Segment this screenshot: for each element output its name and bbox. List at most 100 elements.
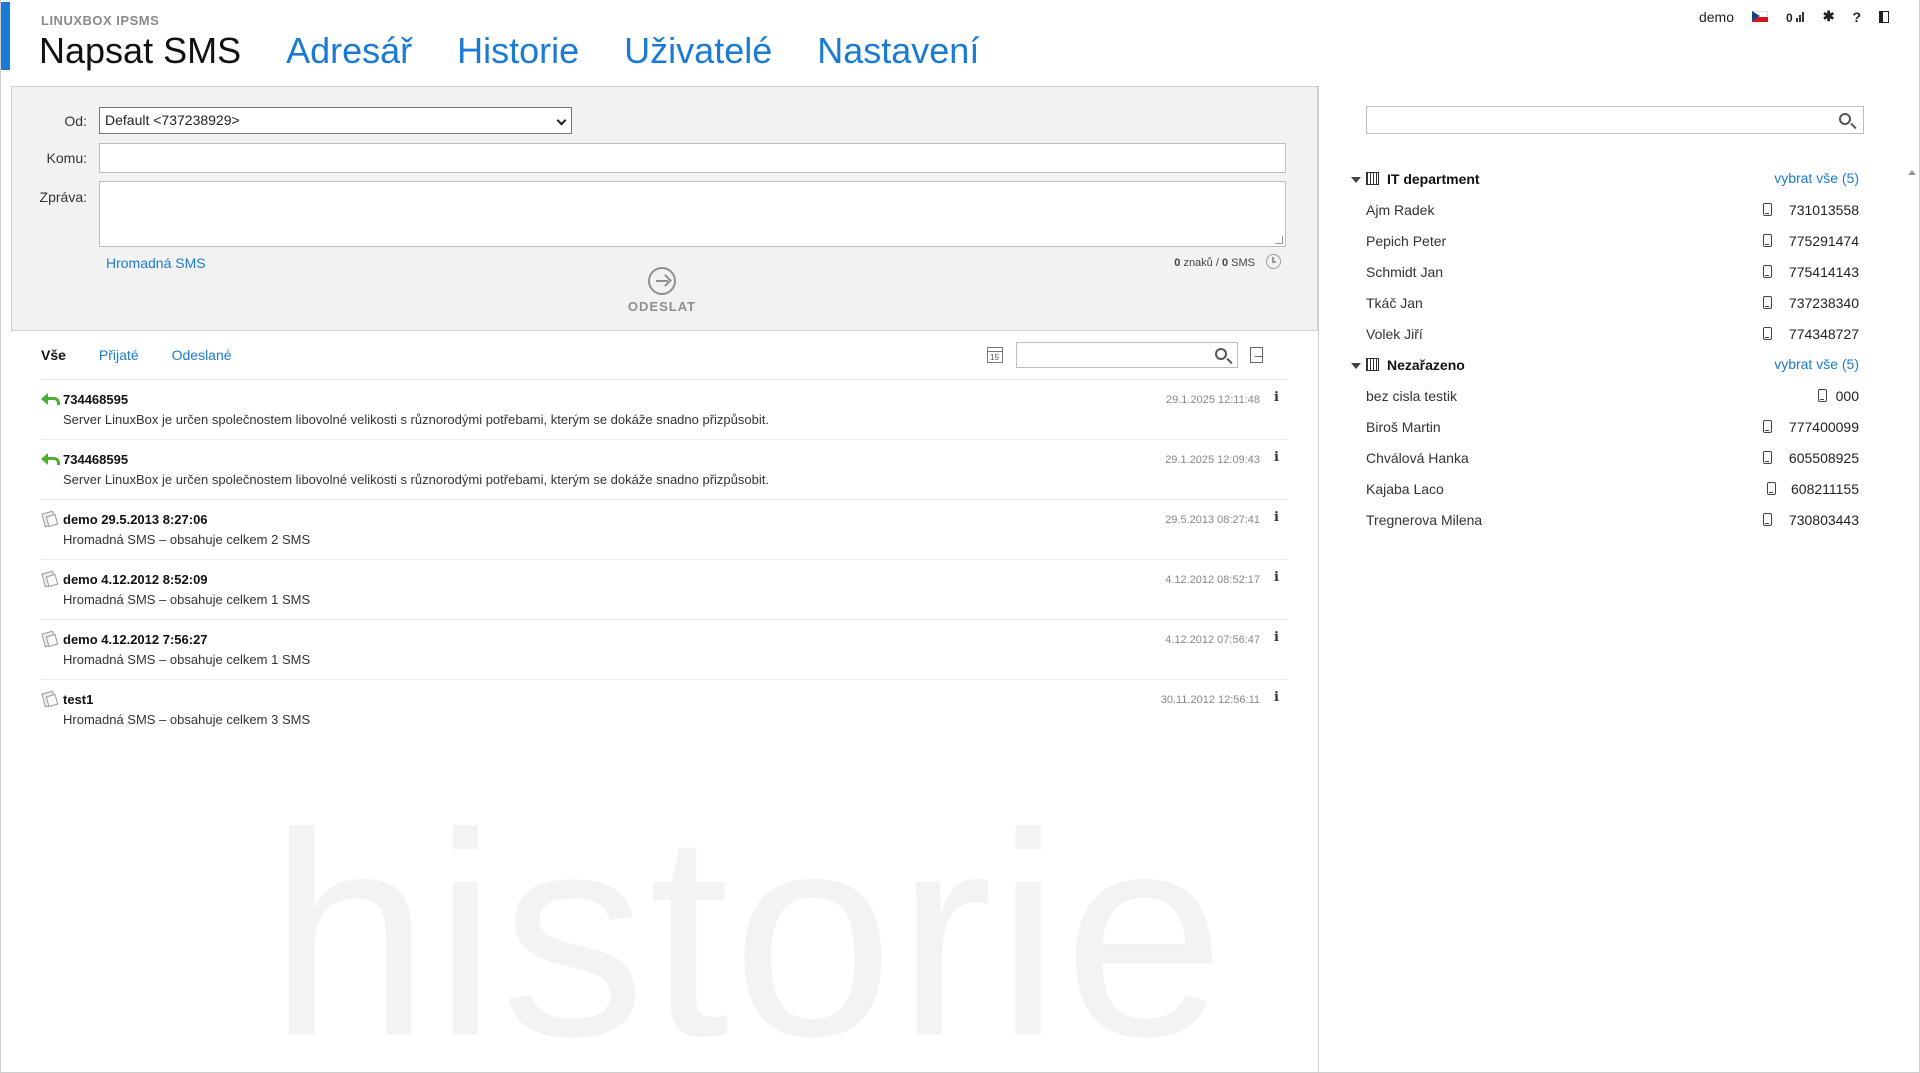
contact-group-header: IT department vybrat vše (5)	[1351, 170, 1859, 190]
info-icon[interactable]: i	[1274, 570, 1279, 585]
nav-napsat-sms[interactable]: Napsat SMS	[39, 30, 241, 72]
contact-phone: 775414143	[1788, 264, 1859, 280]
calendar-icon[interactable]: 15	[987, 347, 1003, 363]
contact-item[interactable]: Pepich Peter 775291474	[1366, 231, 1859, 253]
message-item[interactable]: demo 4.12.2012 7:56:27 Hromadná SMS – ob…	[41, 620, 1287, 680]
mobile-phone-icon	[1763, 296, 1772, 309]
info-icon[interactable]: i	[1274, 630, 1279, 645]
mobile-phone-icon	[1763, 513, 1772, 526]
scroll-up-arrow-icon[interactable]	[1908, 170, 1916, 175]
resize-handle[interactable]	[1275, 236, 1283, 244]
contact-name: Chválová Hanka	[1366, 450, 1469, 466]
help-icon[interactable]: ?	[1852, 9, 1861, 25]
message-date: 29.1.2025 12:09:43	[1165, 454, 1260, 466]
reply-icon	[41, 452, 60, 466]
message-title: test1	[63, 692, 94, 707]
history-filter-tabs: Vše Přijaté Odeslané	[41, 347, 265, 363]
group-name: IT department	[1387, 171, 1480, 187]
message-text: Server LinuxBox je určen společnostem li…	[63, 472, 769, 487]
message-title: 734468595	[63, 452, 129, 467]
message-item[interactable]: 734468595 Server LinuxBox je určen spole…	[41, 440, 1287, 500]
message-label: Zpráva:	[39, 189, 87, 205]
contact-item[interactable]: Kajaba Laco 608211155	[1366, 479, 1859, 501]
mobile-phone-icon	[1763, 234, 1772, 247]
schedule-clock-icon[interactable]	[1266, 254, 1281, 269]
sms-count-label: SMS	[1231, 257, 1255, 269]
message-date: 4.12.2012 08:52:17	[1165, 574, 1260, 586]
mobile-phone-icon	[1763, 451, 1772, 464]
building-icon	[1366, 172, 1379, 185]
info-icon[interactable]: i	[1274, 390, 1279, 405]
contact-phone: 775291474	[1788, 233, 1859, 249]
export-document-icon[interactable]	[1250, 347, 1263, 363]
info-icon[interactable]: i	[1274, 510, 1279, 525]
select-all-link[interactable]: vybrat vše (5)	[1774, 170, 1859, 186]
credit-indicator[interactable]: 0	[1786, 9, 1805, 25]
info-icon[interactable]: i	[1274, 450, 1279, 465]
page-scrollbar[interactable]	[1905, 160, 1919, 1073]
contact-item[interactable]: Chválová Hanka 605508925	[1366, 448, 1859, 470]
app-window: LINUXBOX IPSMS Napsat SMS Adresář Histor…	[0, 0, 1920, 1073]
select-all-link[interactable]: vybrat vše (5)	[1774, 356, 1859, 372]
contact-item[interactable]: bez cisla testik 000	[1366, 386, 1859, 408]
message-title: demo 4.12.2012 8:52:09	[63, 572, 208, 587]
contact-item[interactable]: Volek Jiří 774348727	[1366, 324, 1859, 346]
contact-item[interactable]: Ajm Radek 731013558	[1366, 200, 1859, 222]
mobile-phone-icon	[1818, 389, 1827, 402]
message-field[interactable]	[99, 181, 1286, 247]
contact-item[interactable]: Biroš Martin 777400099	[1366, 417, 1859, 439]
message-item[interactable]: test1 Hromadná SMS – obsahuje celkem 3 S…	[41, 680, 1287, 740]
watermark-text: historie	[269, 773, 1228, 1073]
message-text: Hromadná SMS – obsahuje celkem 1 SMS	[63, 592, 311, 607]
tab-odeslane[interactable]: Odeslané	[172, 347, 232, 363]
gear-icon[interactable]: ✱	[1823, 8, 1835, 25]
from-select[interactable]: Default <737238929>	[99, 107, 572, 134]
contact-name: bez cisla testik	[1366, 388, 1458, 404]
calendar-day: 15	[990, 353, 999, 362]
message-item[interactable]: demo 29.5.2013 8:27:06 Hromadná SMS – ob…	[41, 500, 1287, 560]
contact-item[interactable]: Tregnerova Milena 730803443	[1366, 510, 1859, 532]
bulk-sms-icon	[41, 572, 59, 586]
user-name[interactable]: demo	[1699, 9, 1734, 25]
to-label: Komu:	[46, 150, 87, 166]
main-nav: Napsat SMS Adresář Historie Uživatelé Na…	[39, 30, 1024, 72]
to-field[interactable]	[99, 143, 1286, 173]
tab-prijate[interactable]: Přijaté	[99, 347, 139, 363]
nav-uzivatele[interactable]: Uživatelé	[624, 30, 772, 72]
czech-flag-icon[interactable]	[1752, 11, 1769, 22]
contact-item[interactable]: Tkáč Jan 737238340	[1366, 293, 1859, 315]
contact-group-header: Nezařazeno vybrat vše (5)	[1351, 356, 1859, 376]
search-icon[interactable]	[1215, 348, 1227, 360]
collapse-triangle-icon[interactable]	[1351, 363, 1361, 369]
sms-count: 0	[1221, 257, 1229, 269]
nav-adresar[interactable]: Adresář	[286, 30, 412, 72]
reply-icon	[41, 392, 60, 406]
compose-panel: Od: Default <737238929> Komu: Zpráva: Hr…	[11, 86, 1318, 331]
contact-name: Volek Jiří	[1366, 326, 1423, 342]
collapse-triangle-icon[interactable]	[1351, 177, 1361, 183]
contact-name: Pepich Peter	[1366, 233, 1447, 249]
message-item[interactable]: 734468595 Server LinuxBox je určen spole…	[41, 380, 1287, 440]
contact-name: Ajm Radek	[1366, 202, 1435, 218]
bulk-sms-icon	[41, 512, 59, 526]
info-icon[interactable]: i	[1274, 690, 1279, 705]
contact-phone: 774348727	[1788, 326, 1859, 342]
history-search-input[interactable]	[1016, 342, 1238, 368]
search-icon[interactable]	[1839, 113, 1851, 125]
panel-divider	[1318, 86, 1319, 1073]
brand-name: LINUXBOX IPSMS	[41, 13, 160, 28]
nav-nastaveni[interactable]: Nastavení	[817, 30, 979, 72]
message-title: demo 4.12.2012 7:56:27	[63, 632, 208, 647]
brand-accent-bar	[1, 2, 10, 70]
contact-phone: 605508925	[1788, 450, 1859, 466]
logout-icon[interactable]	[1879, 10, 1889, 23]
contact-item[interactable]: Schmidt Jan 775414143	[1366, 262, 1859, 284]
nav-historie[interactable]: Historie	[457, 30, 579, 72]
group-name: Nezařazeno	[1387, 357, 1465, 373]
contact-search-input[interactable]	[1366, 106, 1864, 134]
mobile-phone-icon	[1767, 482, 1776, 495]
bulk-sms-link[interactable]: Hromadná SMS	[106, 255, 206, 271]
send-button[interactable]: ODESLAT	[617, 267, 707, 314]
tab-vse[interactable]: Vše	[41, 347, 66, 363]
message-item[interactable]: demo 4.12.2012 8:52:09 Hromadná SMS – ob…	[41, 560, 1287, 620]
